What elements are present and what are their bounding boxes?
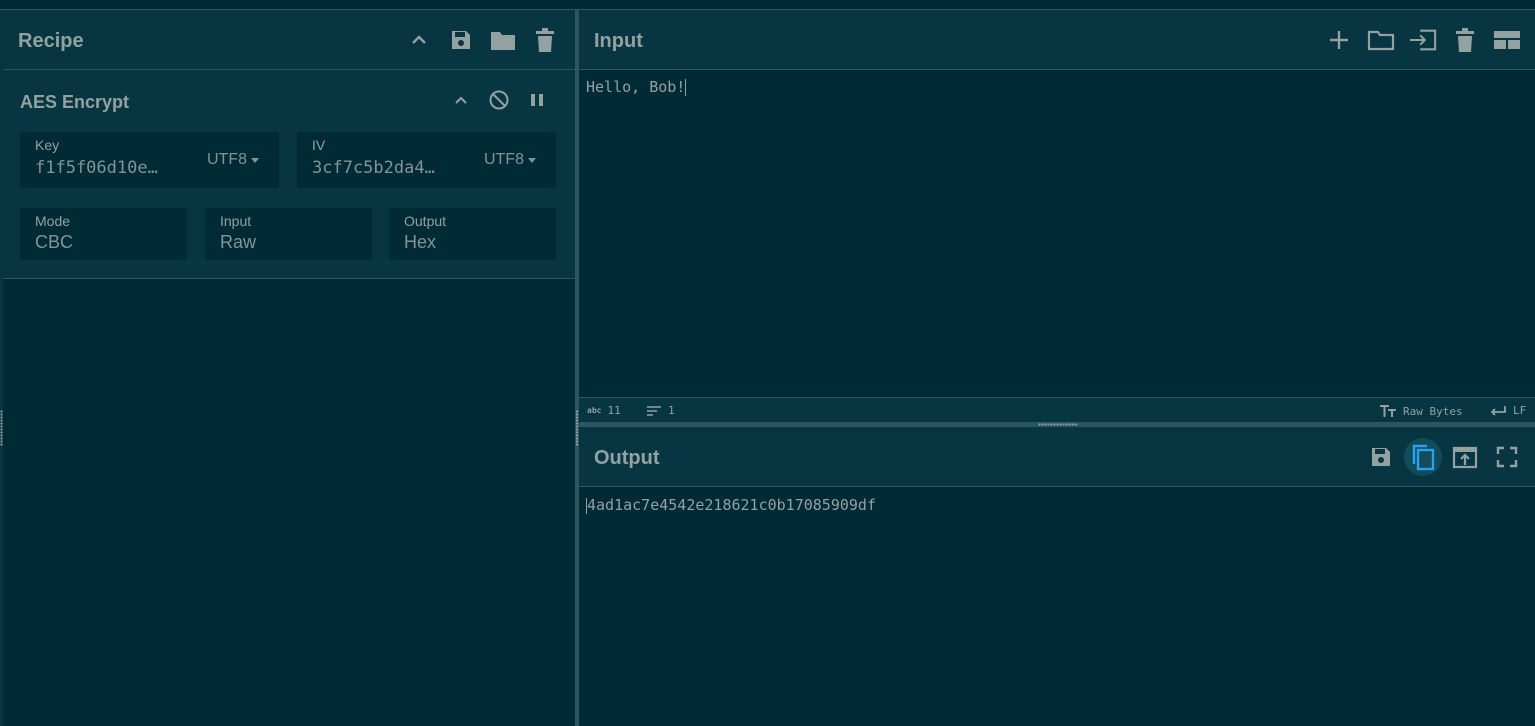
encoding-indicator[interactable]: Raw Bytes (1379, 404, 1463, 418)
recipe-header: Recipe (3, 10, 575, 70)
output-format-field[interactable]: Output Hex (389, 208, 556, 260)
horizontal-splitter-handle[interactable] (1038, 423, 1078, 426)
iv-field[interactable]: IV 3cf7c5b2da4… UTF8 (297, 132, 556, 188)
add-tab-icon[interactable] (1325, 26, 1353, 54)
input-panel: Input Hello, Bob! abc 11 1 Raw Bytes LF (579, 10, 1535, 423)
input-format-value[interactable]: Raw (220, 232, 256, 253)
cyberchef-app: Recipe AES Encrypt Key f1f5f06d10e… UTF8… (0, 0, 1535, 726)
eol-indicator[interactable]: LF (1489, 404, 1526, 417)
caret-down-icon (251, 157, 259, 163)
input-format-label: Input (220, 213, 252, 229)
save-icon[interactable] (447, 26, 475, 54)
mode-label: Mode (35, 213, 71, 229)
recipe-title: Recipe (18, 30, 84, 52)
key-value[interactable]: f1f5f06d10e… (35, 158, 175, 178)
abc-icon: abc (587, 406, 602, 415)
caret-down-icon (528, 157, 536, 163)
mode-value[interactable]: CBC (35, 232, 73, 253)
folder-icon[interactable] (489, 26, 517, 54)
key-field[interactable]: Key f1f5f06d10e… UTF8 (20, 132, 279, 188)
trash-icon[interactable] (531, 26, 559, 54)
output-textarea[interactable]: 4ad1ac7e4542e218621c0b17085909df (586, 496, 876, 514)
iv-encoding-dropdown[interactable]: UTF8 (484, 151, 536, 169)
iv-label: IV (312, 137, 326, 153)
iv-value[interactable]: 3cf7c5b2da4… (312, 158, 452, 178)
text-size-icon (1380, 405, 1396, 417)
encoding-value: Raw Bytes (1403, 404, 1463, 418)
maximise-icon[interactable] (1493, 443, 1521, 471)
save-output-icon[interactable] (1367, 443, 1395, 471)
text-cursor (685, 79, 687, 96)
input-text: Hello, Bob! (586, 78, 686, 96)
mode-field[interactable]: Mode CBC (20, 208, 187, 260)
input-status-bar: abc 11 1 Raw Bytes LF (579, 397, 1535, 423)
key-label: Key (35, 137, 60, 153)
output-format-value[interactable]: Hex (404, 232, 436, 253)
input-header: Input (579, 10, 1535, 70)
copy-icon (1404, 438, 1442, 476)
output-text: 4ad1ac7e4542e218621c0b17085909df (587, 496, 876, 514)
output-title: Output (594, 447, 660, 469)
operation-aes-encrypt: AES Encrypt Key f1f5f06d10e… UTF8 IV 3cf… (3, 70, 575, 279)
return-icon (1490, 405, 1506, 416)
chevron-up-icon[interactable] (405, 26, 433, 54)
copy-output-button[interactable] (1404, 438, 1442, 476)
collapse-icon[interactable] (447, 86, 475, 114)
disable-icon[interactable] (485, 86, 513, 114)
iv-encoding-label: UTF8 (484, 151, 524, 168)
layout-icon[interactable] (1493, 26, 1521, 54)
length-indicator: abc 11 (587, 404, 621, 417)
lines-icon (647, 405, 661, 416)
eol-value: LF (1513, 404, 1527, 417)
input-title: Input (594, 30, 643, 52)
operation-title: AES Encrypt (20, 92, 130, 112)
open-file-icon[interactable] (1409, 26, 1437, 54)
recipe-panel: Recipe AES Encrypt Key f1f5f06d10e… UTF8… (3, 10, 575, 726)
pause-icon[interactable] (523, 86, 551, 114)
open-folder-icon[interactable] (1367, 26, 1395, 54)
output-format-label: Output (404, 213, 447, 229)
input-textarea[interactable]: Hello, Bob! (586, 78, 687, 96)
key-encoding-dropdown[interactable]: UTF8 (207, 151, 259, 169)
replace-input-icon[interactable] (1451, 443, 1479, 471)
length-value: 11 (607, 404, 621, 417)
top-strip (0, 0, 1535, 10)
clear-input-icon[interactable] (1451, 26, 1479, 54)
output-panel: Output 4ad1ac7e4542e218621c0b17085909df (579, 427, 1535, 726)
lines-indicator: 1 (646, 404, 675, 417)
lines-value: 1 (668, 404, 675, 417)
output-header: Output (579, 427, 1535, 487)
input-format-field[interactable]: Input Raw (205, 208, 372, 260)
key-encoding-label: UTF8 (207, 151, 247, 168)
